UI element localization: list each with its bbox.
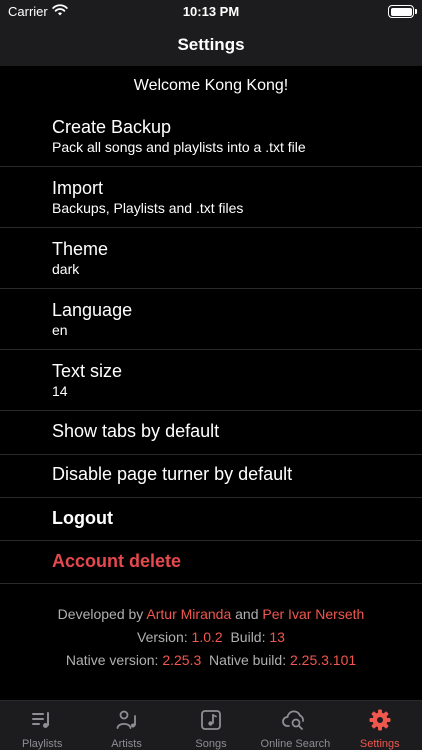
text-size-row[interactable]: Text size 14	[0, 350, 422, 410]
tab-online-search-label: Online Search	[260, 738, 331, 750]
import-description: Backups, Playlists and .txt files	[52, 200, 244, 216]
logout-button[interactable]: Logout	[0, 498, 422, 540]
language-value: en	[52, 322, 68, 338]
battery-icon	[388, 5, 417, 18]
tab-settings[interactable]: Settings	[338, 701, 422, 750]
disable-page-turner-row[interactable]: Disable page turner by default	[0, 455, 422, 497]
version-info: Version: 1.0.2 Build: 13	[0, 629, 422, 645]
account-delete-button[interactable]: Account delete	[0, 541, 422, 583]
developer-link-per-ivar[interactable]: Per Ivar Nerseth	[262, 606, 364, 622]
tab-online-search[interactable]: Online Search	[253, 701, 337, 750]
create-backup-row[interactable]: Create Backup Pack all songs and playlis…	[0, 106, 422, 166]
navigation-bar: Settings	[0, 24, 422, 66]
language-row[interactable]: Language en	[0, 289, 422, 349]
native-build-value: 2.25.3.101	[289, 652, 357, 668]
language-label: Language	[52, 300, 133, 320]
build-label: Build:	[230, 629, 266, 645]
theme-label: Theme	[52, 239, 109, 259]
text-size-value: 14	[52, 383, 68, 399]
tab-artists[interactable]: Artists	[84, 701, 168, 750]
disable-page-turner-label: Disable page turner by default	[52, 464, 293, 484]
tab-songs-label: Songs	[195, 738, 227, 750]
native-build-label: Native build:	[209, 652, 287, 668]
theme-row[interactable]: Theme dark	[0, 228, 422, 288]
account-delete-label: Account delete	[52, 551, 182, 571]
page-title: Settings	[177, 35, 245, 54]
tab-songs[interactable]: Songs	[169, 701, 253, 750]
divider	[0, 583, 422, 584]
build-value: 13	[269, 629, 285, 645]
developer-credits: Developed by Artur Miranda and Per Ivar …	[0, 606, 422, 622]
and-text: and	[235, 606, 259, 622]
logout-label: Logout	[52, 508, 113, 528]
show-tabs-label: Show tabs by default	[52, 421, 220, 441]
tab-playlists-label: Playlists	[22, 738, 63, 750]
tab-settings-label: Settings	[359, 738, 400, 750]
show-tabs-row[interactable]: Show tabs by default	[0, 411, 422, 454]
status-time: 10:13 PM	[182, 4, 240, 19]
version-label: Version:	[137, 629, 188, 645]
import-row[interactable]: Import Backups, Playlists and .txt files	[0, 167, 422, 227]
developed-by-text: Developed by	[57, 606, 144, 622]
welcome-message: Welcome Kong Kong!	[133, 77, 289, 94]
status-bar: Carrier 10:13 PM	[0, 0, 422, 24]
developer-link-artur[interactable]: Artur Miranda	[146, 606, 231, 622]
version-value: 1.0.2	[191, 629, 223, 645]
create-backup-label: Create Backup	[52, 117, 172, 137]
tab-bar: Playlists Artists Songs Online Search Se…	[0, 700, 422, 750]
theme-value: dark	[52, 261, 80, 277]
import-label: Import	[52, 178, 104, 198]
create-backup-description: Pack all songs and playlists into a .txt…	[52, 139, 306, 155]
tab-artists-label: Artists	[111, 738, 142, 750]
native-version-info: Native version: 2.25.3 Native build: 2.2…	[0, 652, 422, 668]
native-version-value: 2.25.3	[162, 652, 202, 668]
native-version-label: Native version:	[65, 652, 159, 668]
tab-playlists[interactable]: Playlists	[0, 701, 84, 750]
text-size-label: Text size	[52, 361, 123, 381]
